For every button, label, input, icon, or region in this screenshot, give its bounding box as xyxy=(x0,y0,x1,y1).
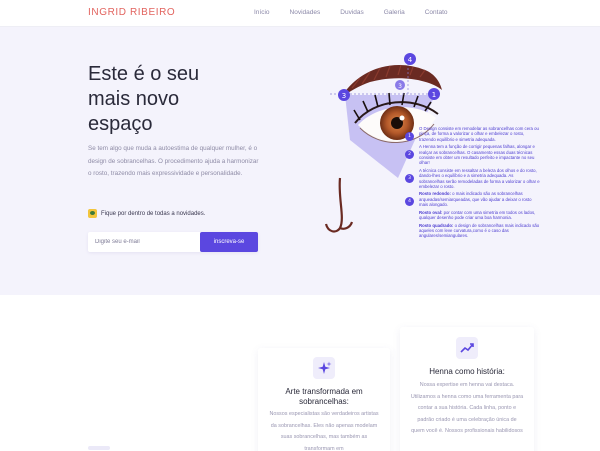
nav-link-novidades[interactable]: Novidades xyxy=(290,9,321,16)
marker-1: 1 xyxy=(428,88,440,100)
marker-3-left: 3 xyxy=(338,89,350,101)
hero-description: Se tem algo que muda a autoestima de qua… xyxy=(88,145,259,177)
marker-label: 1 xyxy=(432,91,436,99)
emoji-icon xyxy=(88,209,97,218)
annotation-item: 3 A técnica consiste em ressaltar a bele… xyxy=(405,168,540,190)
marker-label: 4 xyxy=(408,56,413,64)
decorative-shape xyxy=(88,446,110,450)
trending-up-icon xyxy=(456,337,478,359)
annotation-item: Rosto quadrado: o design de sobrancelhas… xyxy=(419,223,540,239)
annotation-number: 4 xyxy=(405,197,414,207)
annotation-bold: Rosto redondo: xyxy=(419,191,451,197)
nav-link-inicio[interactable]: Início xyxy=(254,9,270,16)
hero-note-text: Fique por dentro de todas a novidades. xyxy=(101,210,206,217)
card-title: Henna como história: xyxy=(429,367,505,376)
feature-card: Henna como história: Nossa expertise em … xyxy=(400,327,534,451)
annotation-number: 2 xyxy=(405,150,414,160)
nav-link-galeria[interactable]: Galeria xyxy=(384,9,405,16)
annotation-list: 1 O Design consiste em remodelar as sobr… xyxy=(405,126,540,241)
annotation-text: Rosto redondo: o mais indicado são as so… xyxy=(419,191,540,207)
nav-links: Início Novidades Duvidas Galeria Contato xyxy=(254,9,448,16)
email-input[interactable] xyxy=(88,232,198,252)
marker-3-center: 3 xyxy=(395,80,405,90)
marker-4: 4 xyxy=(404,53,416,65)
hero-note: Fique por dentro de todas a novidades. xyxy=(88,209,205,218)
feature-card: Arte transformada em sobrancelhas: Nosso… xyxy=(258,348,390,451)
marker-label: 3 xyxy=(398,83,402,90)
annotation-text: A técnica consiste em ressaltar a beleza… xyxy=(419,167,540,190)
annotation-item: 1 O Design consiste em remodelar as sobr… xyxy=(405,126,540,142)
nav-link-duvidas[interactable]: Duvidas xyxy=(340,9,363,16)
annotation-item: 4 Rosto redondo: o mais indicado são as … xyxy=(405,191,540,207)
hero-title-line: espaço xyxy=(88,113,153,135)
logo[interactable]: INGRID RIBEIRO xyxy=(88,7,175,18)
card-title: Arte transformada em sobrancelhas: xyxy=(285,387,363,406)
subscribe-button[interactable]: inscreva-se xyxy=(200,232,258,252)
annotation-text: Rosto oval: por contar com uma simetria … xyxy=(419,210,540,221)
eyebrow xyxy=(342,65,442,96)
annotation-text: Rosto quadrado: o design de sobrancelhas… xyxy=(419,223,540,239)
sparkle-icon xyxy=(313,357,335,379)
navbar: INGRID RIBEIRO Início Novidades Duvidas … xyxy=(0,0,600,27)
hero-title-line: Este é o seu xyxy=(88,63,200,85)
annotation-text: O Design consiste em remodelar as sobran… xyxy=(419,126,539,142)
annotation-bold: Rosto oval: xyxy=(419,209,443,215)
annotation-item: Rosto oval: por contar com uma simetria … xyxy=(419,210,540,221)
marker-label: 3 xyxy=(342,92,346,100)
annotation-number: 3 xyxy=(405,173,414,183)
nav-link-contato[interactable]: Contato xyxy=(425,9,448,16)
newsletter-form: inscreva-se xyxy=(88,232,258,252)
annotation-text: A Henna tem a função de corrigir pequena… xyxy=(419,144,535,166)
hero-title-line: mais novo xyxy=(88,88,180,110)
card-text: Nossa expertise em henna vai destaca. Ut… xyxy=(410,382,524,434)
annotation-bold: Rosto quadrado: xyxy=(419,222,454,228)
annotation-number: 1 xyxy=(405,132,414,141)
eye-highlight xyxy=(399,115,405,121)
card-text: Nossos especialistas são verdadeiros art… xyxy=(269,411,379,451)
hero-title: Este é o seu mais novo espaço xyxy=(88,62,278,137)
annotation-item: 2 A Henna tem a função de corrigir peque… xyxy=(405,144,540,166)
nose xyxy=(324,177,354,233)
